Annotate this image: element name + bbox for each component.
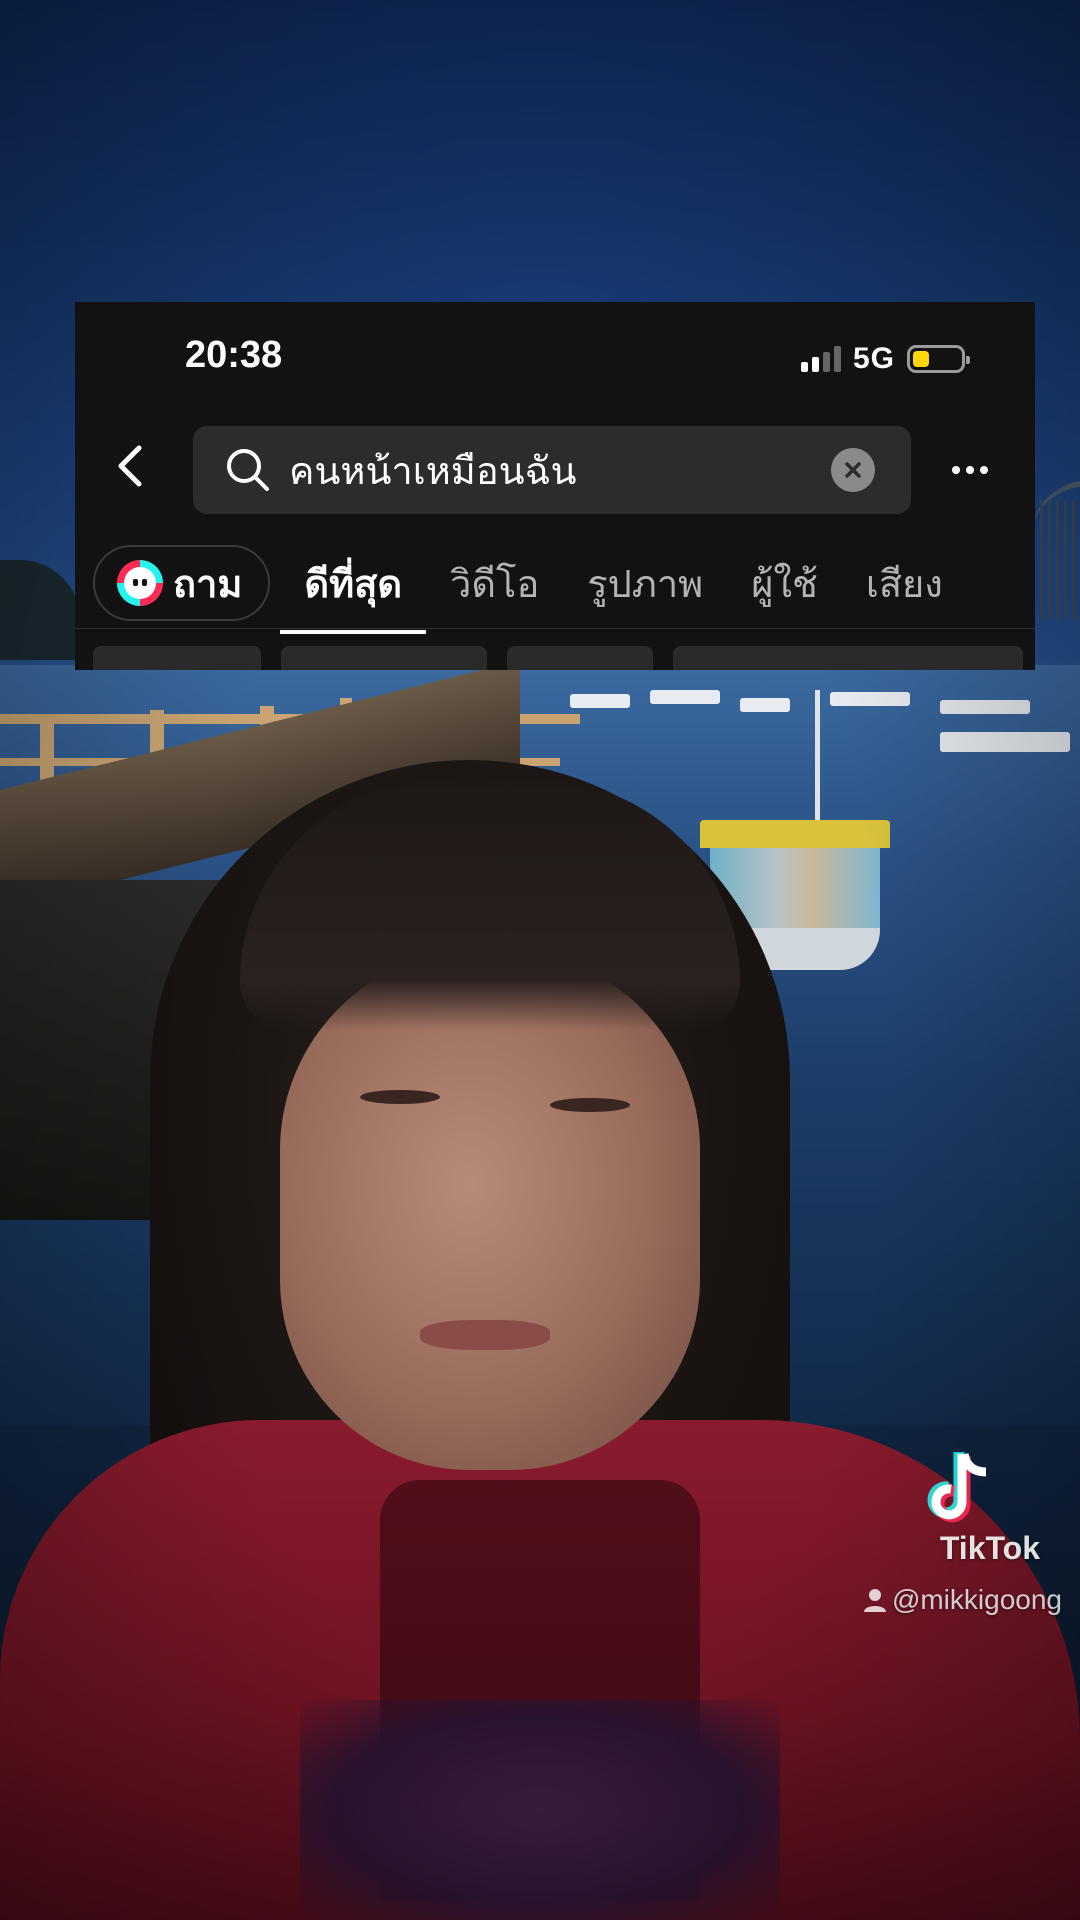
network-type: 5G [852,342,895,375]
tab-users[interactable]: ผู้ใช้ [751,538,818,628]
person-icon [863,1589,886,1612]
filter-chip[interactable] [281,646,487,670]
ai-assistant-icon [117,560,163,606]
right-eye [550,1098,630,1112]
more-dot [966,466,974,474]
lips [420,1320,550,1350]
more-dot [952,466,960,474]
username-text: @mikkigoong [891,1584,1062,1615]
video-frame[interactable]: 20:38 5G คนหน้าเหมือนฉัน ถาม ดีที่สุด วิ… [0,0,1080,1920]
tabs-divider [75,628,1035,629]
search-screenshot-overlay: 20:38 5G คนหน้าเหมือนฉัน ถาม ดีที่สุด วิ… [75,302,1035,670]
battery-icon [907,345,970,373]
tab-videos[interactable]: วิดีโอ [450,538,539,628]
more-options-button[interactable] [945,450,995,490]
search-query: คนหน้าเหมือนฉัน [289,448,577,493]
chevron-left-icon [118,445,142,487]
tab-top[interactable]: ดีที่สุด [280,538,426,634]
filter-chip[interactable] [507,646,653,670]
filter-chip[interactable] [673,646,1023,670]
search-icon [225,447,271,493]
shoreline [0,560,80,660]
close-icon [845,462,861,478]
status-time: 20:38 [185,334,283,376]
tiktok-note-icon [927,1452,987,1523]
left-eye [360,1090,440,1104]
filter-chips [93,646,1023,670]
hoodie-print [300,1700,780,1920]
boat-mast [815,690,820,825]
search-input[interactable]: คนหน้าเหมือนฉัน [193,426,911,514]
search-tabs: ถาม ดีที่สุด วิดีโอ รูปภาพ ผู้ใช้ เสียง [93,538,1033,634]
back-button[interactable] [105,436,155,496]
tiktok-brand: TikTok [939,1530,1040,1566]
moored-boats [560,680,1080,760]
more-dot [980,466,988,474]
ask-ai-button[interactable]: ถาม [93,545,271,621]
signal-icon [800,346,841,372]
watermark-username: @mikkigoong [863,1584,1062,1616]
status-indicators: 5G [800,342,970,376]
filter-chip[interactable] [93,646,261,670]
tab-sounds[interactable]: เสียง [866,538,943,628]
harbour-bridge-pylon [1040,500,1080,620]
ask-label: ถาม [173,561,243,606]
clear-search-button[interactable] [831,448,875,492]
tab-photos[interactable]: รูปภาพ [587,538,703,628]
